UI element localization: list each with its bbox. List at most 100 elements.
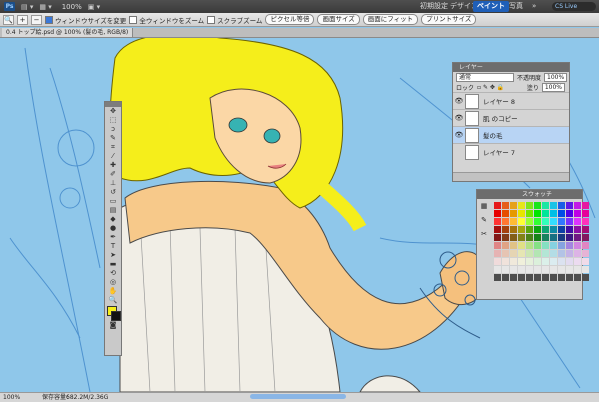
color-swatch[interactable] xyxy=(518,258,525,265)
color-swatch[interactable] xyxy=(566,234,573,241)
color-swatch[interactable] xyxy=(558,258,565,265)
path-select-tool-icon[interactable]: ➤ xyxy=(105,251,121,260)
color-swatch[interactable] xyxy=(582,218,589,225)
zoom-tool-icon[interactable]: 🔍 xyxy=(105,296,121,305)
color-swatch[interactable] xyxy=(534,274,541,281)
color-swatch[interactable] xyxy=(566,266,573,273)
shape-tool-icon[interactable]: ▬ xyxy=(105,260,121,269)
move-tool-icon[interactable]: ✥ xyxy=(105,107,121,116)
marquee-tool-icon[interactable]: ⬚ xyxy=(105,116,121,125)
color-swatch[interactable] xyxy=(542,266,549,273)
color-swatch[interactable] xyxy=(550,202,557,209)
screen-mode-icon[interactable]: ▣ ▾ xyxy=(88,3,100,11)
screen-size-button[interactable]: 画面サイズ xyxy=(317,14,360,25)
3d-orbit-tool-icon[interactable]: ◎ xyxy=(105,278,121,287)
color-swatch[interactable] xyxy=(502,202,509,209)
color-swatch[interactable] xyxy=(518,250,525,257)
eyedropper-tool-icon[interactable]: ⁄ xyxy=(105,152,121,161)
color-swatch[interactable] xyxy=(518,210,525,217)
color-swatch[interactable] xyxy=(494,258,501,265)
foreground-color-swatch[interactable] xyxy=(105,305,121,321)
color-swatch[interactable] xyxy=(534,218,541,225)
color-swatch[interactable] xyxy=(510,266,517,273)
swatch-tool-icon-1[interactable]: ▦ xyxy=(479,202,489,212)
gradient-tool-icon[interactable]: ▤ xyxy=(105,206,121,215)
blend-mode-select[interactable]: 通常 xyxy=(456,72,514,82)
layer-row-selected[interactable]: 👁 髪の毛 xyxy=(453,126,569,143)
color-swatch[interactable] xyxy=(574,274,581,281)
zoom-out-icon[interactable]: − xyxy=(31,14,42,25)
color-swatch[interactable] xyxy=(494,274,501,281)
color-swatch[interactable] xyxy=(550,210,557,217)
color-swatch[interactable] xyxy=(502,274,509,281)
color-swatch[interactable] xyxy=(566,250,573,257)
color-swatch[interactable] xyxy=(566,202,573,209)
color-swatch[interactable] xyxy=(518,242,525,249)
color-swatch[interactable] xyxy=(494,250,501,257)
color-swatch[interactable] xyxy=(526,258,533,265)
color-swatch[interactable] xyxy=(534,266,541,273)
lock-icons[interactable]: ▫ ✎ ✥ 🔒 xyxy=(477,84,504,91)
color-swatch[interactable] xyxy=(574,234,581,241)
color-swatch[interactable] xyxy=(510,250,517,257)
color-swatch[interactable] xyxy=(582,202,589,209)
swatch-grid[interactable] xyxy=(494,202,589,281)
color-swatch[interactable] xyxy=(574,210,581,217)
color-swatch[interactable] xyxy=(558,226,565,233)
opacity-field[interactable]: 100% xyxy=(544,72,568,82)
color-swatch[interactable] xyxy=(526,266,533,273)
color-swatch[interactable] xyxy=(574,258,581,265)
zoom-level-select[interactable]: 100% xyxy=(62,3,82,11)
color-swatch[interactable] xyxy=(534,258,541,265)
color-swatch[interactable] xyxy=(558,202,565,209)
color-swatch[interactable] xyxy=(550,258,557,265)
color-swatch[interactable] xyxy=(558,242,565,249)
color-swatch[interactable] xyxy=(502,266,509,273)
color-swatch[interactable] xyxy=(510,274,517,281)
color-swatch[interactable] xyxy=(510,258,517,265)
color-swatch[interactable] xyxy=(494,266,501,273)
hand-tool-icon[interactable]: ✋ xyxy=(105,287,121,296)
document-tab[interactable]: 0.4 トップ絵.psd @ 100% (髪の毛, RGB/8) xyxy=(2,28,134,37)
dodge-tool-icon[interactable]: ● xyxy=(105,224,121,233)
color-swatch[interactable] xyxy=(502,258,509,265)
fit-screen-button[interactable]: 画面にフィット xyxy=(362,14,419,25)
crop-tool-icon[interactable]: ⌗ xyxy=(105,143,121,152)
color-swatch[interactable] xyxy=(582,250,589,257)
eraser-tool-icon[interactable]: ▭ xyxy=(105,197,121,206)
color-swatch[interactable] xyxy=(550,242,557,249)
color-swatch[interactable] xyxy=(542,250,549,257)
color-swatch[interactable] xyxy=(518,226,525,233)
color-swatch[interactable] xyxy=(574,242,581,249)
color-swatch[interactable] xyxy=(542,226,549,233)
color-swatch[interactable] xyxy=(526,210,533,217)
scrubby-zoom-checkbox[interactable]: スクラブズーム xyxy=(207,15,262,25)
workspace-more-icon[interactable]: » xyxy=(528,1,540,12)
color-swatch[interactable] xyxy=(550,234,557,241)
color-swatch[interactable] xyxy=(502,226,509,233)
color-swatch[interactable] xyxy=(582,274,589,281)
color-swatch[interactable] xyxy=(542,218,549,225)
color-swatch[interactable] xyxy=(550,274,557,281)
color-swatch[interactable] xyxy=(494,242,501,249)
color-swatch[interactable] xyxy=(526,234,533,241)
color-swatch[interactable] xyxy=(510,226,517,233)
color-swatch[interactable] xyxy=(526,250,533,257)
color-swatch[interactable] xyxy=(582,266,589,273)
color-swatch[interactable] xyxy=(534,202,541,209)
color-swatch[interactable] xyxy=(550,226,557,233)
color-swatch[interactable] xyxy=(542,274,549,281)
color-swatch[interactable] xyxy=(518,202,525,209)
cs-live-button[interactable]: CS Live xyxy=(552,2,596,11)
color-swatch[interactable] xyxy=(518,266,525,273)
color-swatch[interactable] xyxy=(566,258,573,265)
bridge-dropdown-icon[interactable]: ▤ ▾ xyxy=(21,3,33,11)
color-swatch[interactable] xyxy=(542,202,549,209)
color-swatch[interactable] xyxy=(566,274,573,281)
workspace-photo[interactable]: 写真 xyxy=(505,1,527,12)
color-swatch[interactable] xyxy=(550,266,557,273)
color-swatch[interactable] xyxy=(494,218,501,225)
color-swatch[interactable] xyxy=(534,226,541,233)
color-swatch[interactable] xyxy=(502,210,509,217)
color-swatch[interactable] xyxy=(534,250,541,257)
